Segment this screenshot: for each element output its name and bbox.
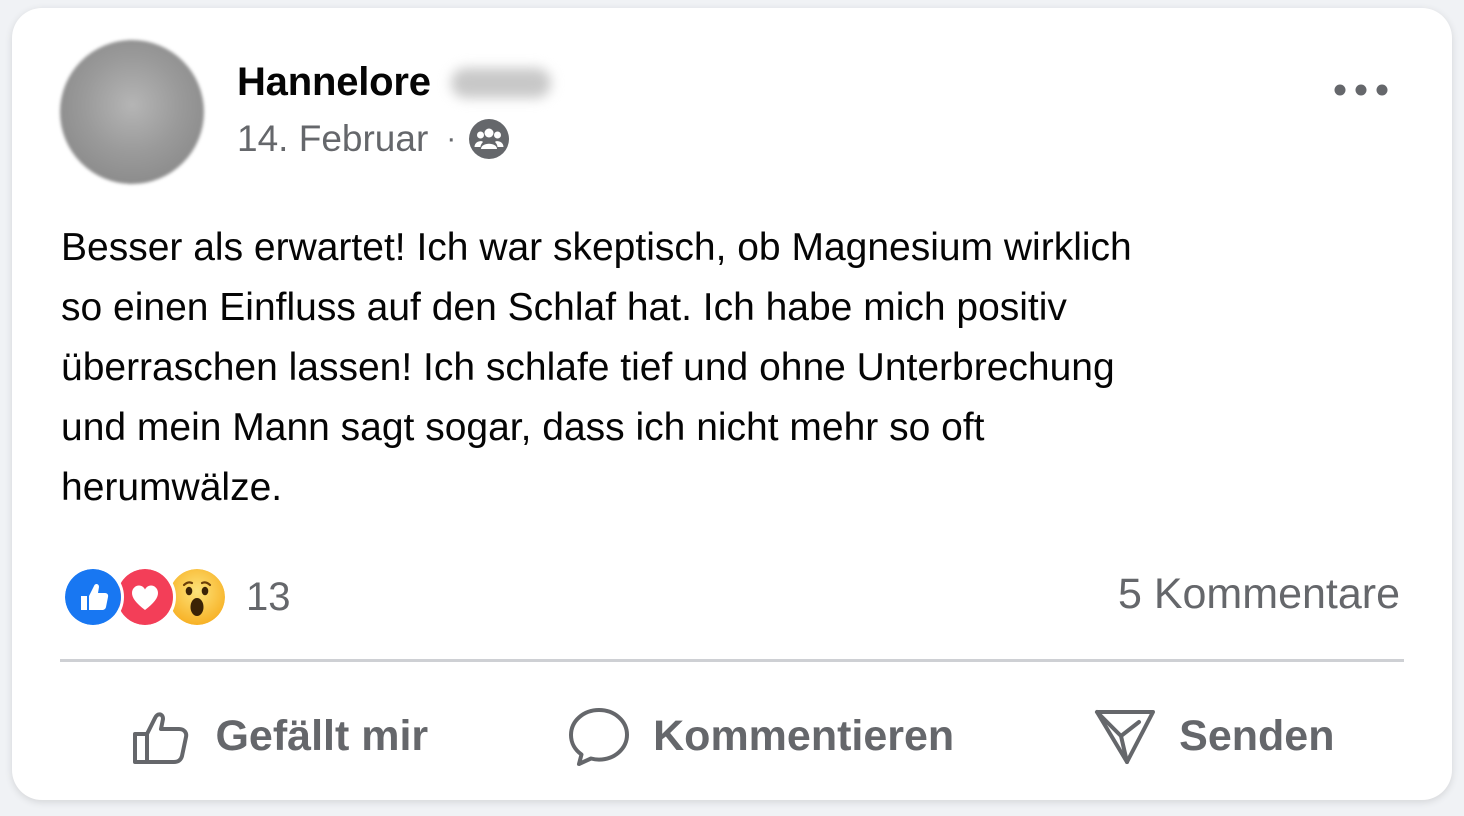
post-text-line: überraschen lassen! Ich schlafe tief und… xyxy=(61,346,1115,389)
send-icon xyxy=(1095,710,1156,764)
reactions-summary[interactable]: 13 xyxy=(62,566,291,628)
post-text: Besser als erwartet! Ich war skeptisch, … xyxy=(61,218,1401,518)
comments-count-link[interactable]: 5 Kommentare xyxy=(1118,570,1400,619)
post-text-line: Besser als erwartet! Ich war skeptisch, … xyxy=(61,226,1132,269)
meta-separator: · xyxy=(446,122,457,155)
like-label: Gefällt mir xyxy=(215,711,429,760)
comment-bubble-icon xyxy=(569,708,630,766)
author[interactable]: Hannelore xyxy=(237,60,551,105)
send-button[interactable]: Senden xyxy=(1093,704,1334,768)
thumbs-up-icon xyxy=(133,712,189,764)
post-text-line: herumwälze. xyxy=(61,466,283,509)
like-reaction-icon xyxy=(62,566,124,628)
more-dots-icon[interactable] xyxy=(1326,70,1396,110)
reaction-count: 13 xyxy=(246,574,291,619)
comment-button[interactable]: Kommentieren xyxy=(567,704,954,768)
avatar[interactable] xyxy=(60,40,204,184)
send-label: Senden xyxy=(1179,711,1335,760)
divider xyxy=(60,659,1404,662)
post-meta: 14. Februar · xyxy=(237,118,510,160)
action-bar: Gefällt mir Kommentieren Senden xyxy=(60,688,1404,784)
post-text-line: so einen Einfluss auf den Schlaf hat. Ic… xyxy=(61,286,1067,329)
author-surname-redacted xyxy=(450,67,551,98)
author-name[interactable]: Hannelore xyxy=(237,60,431,105)
group-icon[interactable] xyxy=(468,118,510,160)
post-card: Hannelore 14. Februar · Besser als erwar… xyxy=(12,8,1452,800)
comment-label: Kommentieren xyxy=(653,711,955,760)
like-button[interactable]: Gefällt mir xyxy=(129,704,428,768)
post-text-line: und mein Mann sagt sogar, dass ich nicht… xyxy=(61,406,985,449)
post-date[interactable]: 14. Februar xyxy=(237,118,428,160)
